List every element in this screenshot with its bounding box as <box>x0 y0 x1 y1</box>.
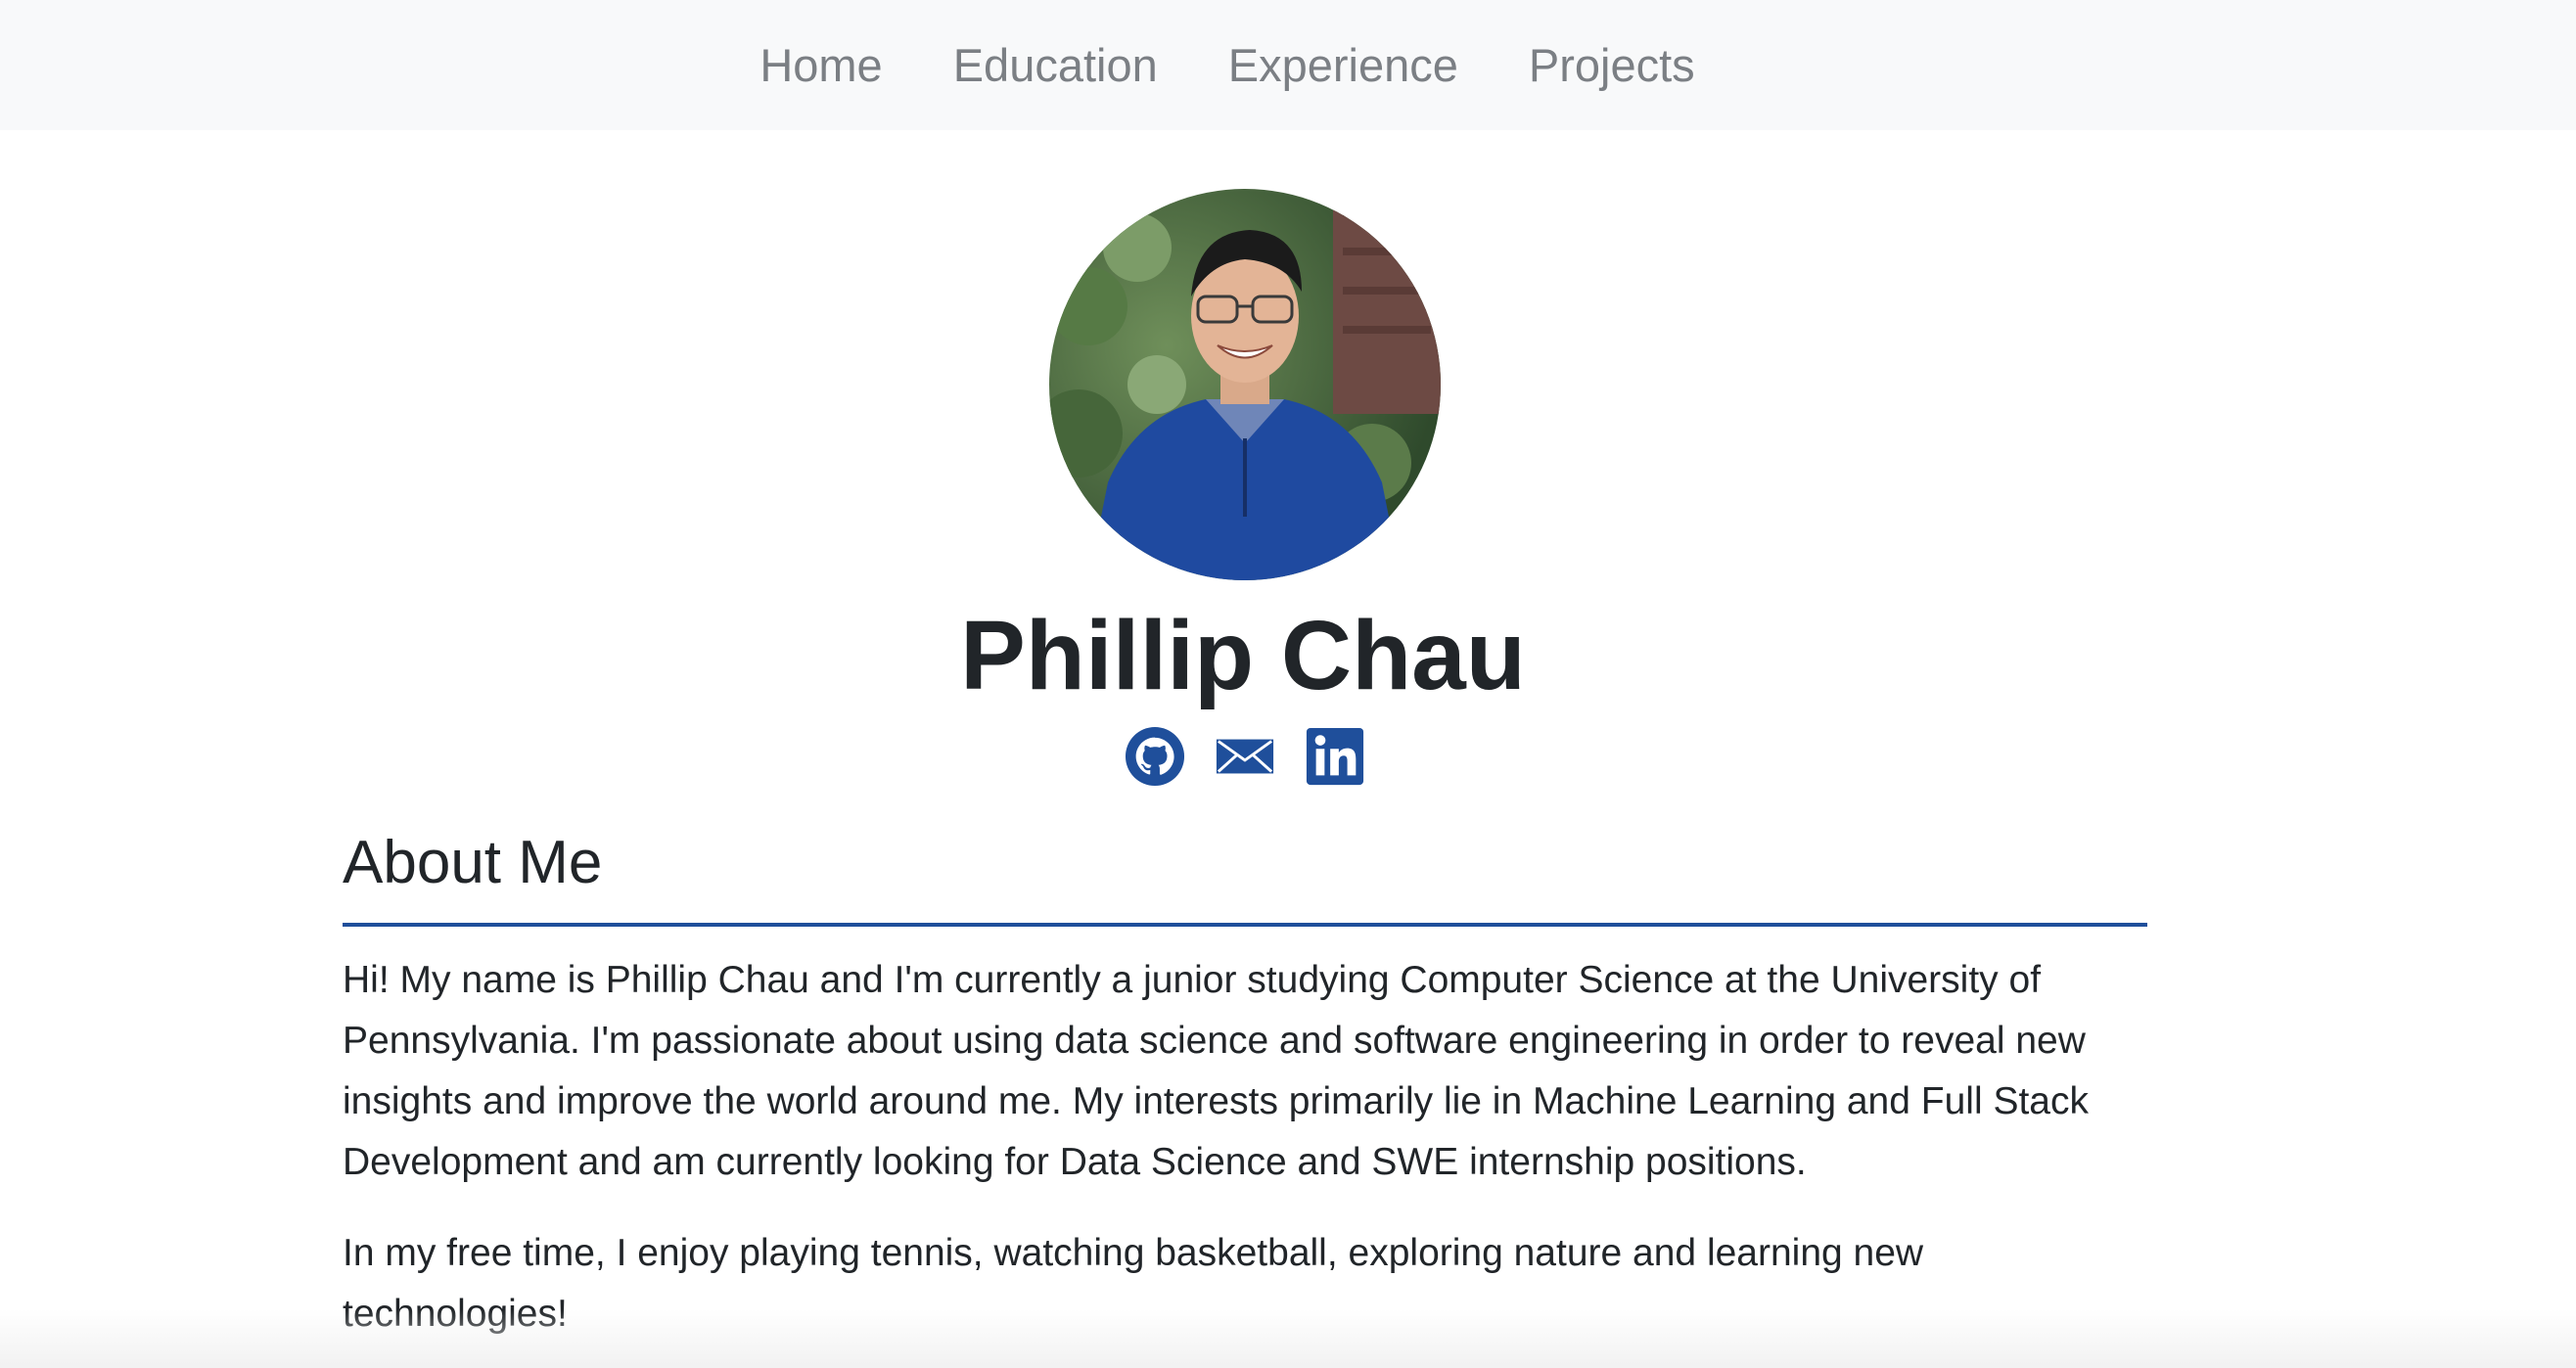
email-icon <box>1216 739 1274 774</box>
nav-link-education[interactable]: Education <box>953 39 1158 91</box>
linkedin-link[interactable] <box>1305 726 1365 792</box>
nav-list: Home Education Experience Projects <box>0 0 2455 130</box>
email-link[interactable] <box>1215 726 1275 792</box>
about-heading: About Me <box>343 828 2147 928</box>
nav-link-projects[interactable]: Projects <box>1529 39 1695 91</box>
linkedin-icon <box>1306 727 1364 786</box>
github-icon <box>1125 726 1185 787</box>
top-navbar: Home Education Experience Projects <box>0 0 2576 130</box>
social-links <box>1125 726 1365 792</box>
about-paragraph-1: Hi! My name is Phillip Chau and I'm curr… <box>343 959 2089 1184</box>
about-section: About Me Hi! My name is Phillip Chau and… <box>343 828 2147 1345</box>
nav-link-home[interactable]: Home <box>759 39 882 91</box>
github-link[interactable] <box>1125 726 1185 792</box>
about-paragraph-2: In my free time, I enjoy playing tennis,… <box>343 1232 1924 1336</box>
profile-avatar <box>1049 189 1441 580</box>
nav-link-experience[interactable]: Experience <box>1228 39 1458 91</box>
profile-name: Phillip Chau <box>960 601 1526 710</box>
avatar-photo <box>1049 189 1441 580</box>
